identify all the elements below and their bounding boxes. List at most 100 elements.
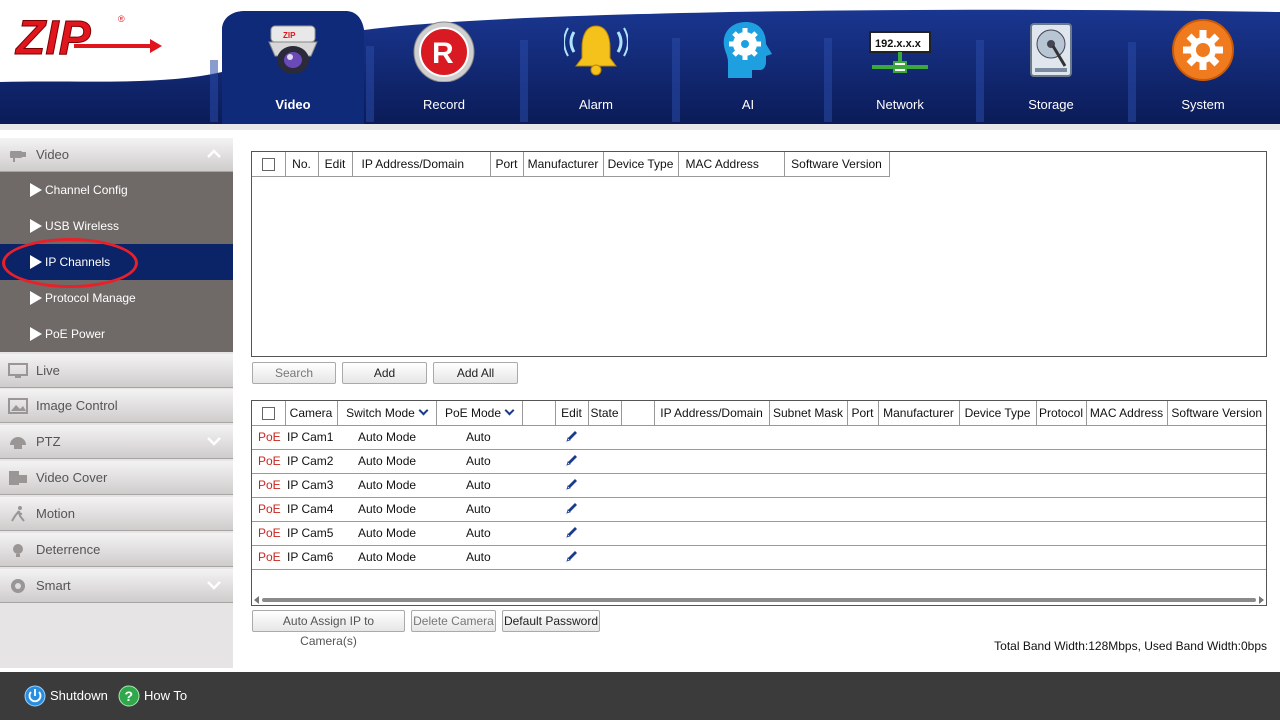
sidebar-item-channel-config[interactable]: Channel Config <box>0 172 233 208</box>
blank-cell <box>588 473 1266 498</box>
svg-text:ZIP: ZIP <box>283 31 296 40</box>
poe-mode-value[interactable]: Auto <box>436 425 522 450</box>
col-switch-mode[interactable]: Switch Mode <box>337 401 437 426</box>
horizontal-scrollbar[interactable] <box>252 595 1266 605</box>
add-button[interactable]: Add <box>342 362 427 384</box>
svg-text:R: R <box>432 37 454 70</box>
nav-system-label: System <box>1181 97 1225 112</box>
sidebar-section-label: Deterrence <box>36 542 101 557</box>
select-all-checkbox[interactable] <box>261 157 275 171</box>
table-row[interactable]: PoE IP Cam6 Auto Mode Auto <box>252 545 1266 570</box>
poe-mode-value[interactable]: Auto <box>436 521 522 546</box>
blank-cell <box>588 425 1266 450</box>
record-icon: R <box>413 21 475 82</box>
camera-select-all-checkbox[interactable] <box>261 406 275 420</box>
poe-mode-value[interactable]: Auto <box>436 497 522 522</box>
table-row[interactable]: PoE IP Cam3 Auto Mode Auto <box>252 473 1266 498</box>
select-all-checkbox-cell <box>252 152 286 176</box>
pencil-icon[interactable] <box>565 453 579 467</box>
help-question-icon: ? <box>118 685 140 707</box>
nav-storage[interactable]: Storage <box>991 14 1111 124</box>
sidebar-section-label: PTZ <box>36 434 61 449</box>
shutdown-label: Shutdown <box>50 688 108 703</box>
sidebar-item-label: Protocol Manage <box>45 291 136 305</box>
nav-video-label: Video <box>275 97 311 112</box>
sidebar-section-video-cover[interactable]: Video Cover <box>0 461 233 495</box>
switch-mode-value[interactable]: Auto Mode <box>337 449 436 474</box>
switch-mode-value[interactable]: Auto Mode <box>337 425 436 450</box>
col-subnet-mask: Subnet Mask <box>769 401 848 426</box>
table-row[interactable]: PoE IP Cam1 Auto Mode Auto <box>252 425 1266 450</box>
camera-type: PoE <box>252 521 285 546</box>
table-row[interactable]: PoE IP Cam4 Auto Mode Auto <box>252 497 1266 522</box>
switch-mode-value[interactable]: Auto Mode <box>337 473 436 498</box>
scrollbar-thumb[interactable] <box>262 598 1256 602</box>
pencil-icon[interactable] <box>565 501 579 515</box>
nav-system[interactable]: System <box>1143 14 1263 124</box>
ai-head-gear-icon <box>723 22 772 78</box>
camera-name: IP Cam5 <box>285 521 337 546</box>
sidebar-section-live[interactable]: Live <box>0 354 233 388</box>
camera-type: PoE <box>252 497 285 522</box>
default-password-button[interactable]: Default Password <box>502 610 600 632</box>
nav-alarm[interactable]: Alarm <box>536 14 656 124</box>
poe-mode-value[interactable]: Auto <box>436 449 522 474</box>
sidebar-section-ptz[interactable]: PTZ <box>0 425 233 459</box>
auto-assign-ip-button[interactable]: Auto Assign IP to Camera(s) <box>252 610 405 648</box>
nav-network[interactable]: 192.x.x.x Network <box>840 14 960 124</box>
pencil-icon[interactable] <box>565 429 579 443</box>
bandwidth-status: Total Band Width:128Mbps, Used Band Widt… <box>994 639 1267 653</box>
lightbulb-icon <box>13 544 23 557</box>
pencil-icon[interactable] <box>565 549 579 563</box>
switch-mode-value[interactable]: Auto Mode <box>337 497 436 522</box>
alarm-bell-icon <box>564 25 628 76</box>
pencil-icon[interactable] <box>565 477 579 491</box>
motion-person-icon <box>11 506 25 522</box>
camera-type: PoE <box>252 449 285 474</box>
blank-cell <box>588 521 1266 546</box>
add-all-button[interactable]: Add All <box>433 362 518 384</box>
sidebar-section-label: Image Control <box>36 398 118 413</box>
nav-video[interactable]: ZIP Video <box>233 14 353 124</box>
sidebar-item-ip-channels[interactable]: IP Channels <box>0 244 233 280</box>
sidebar-section-smart[interactable]: Smart <box>0 569 233 603</box>
blank-cell <box>522 449 555 474</box>
sidebar-item-usb-wireless[interactable]: USB Wireless <box>0 208 233 244</box>
network-ip-badge: 192.x.x.x <box>875 38 922 50</box>
table-row[interactable]: PoE IP Cam2 Auto Mode Auto <box>252 449 1266 474</box>
col-poe-mode[interactable]: PoE Mode <box>436 401 523 426</box>
sidebar-section-video[interactable]: Video <box>0 138 233 172</box>
switch-mode-value[interactable]: Auto Mode <box>337 545 436 570</box>
nav-record-label: Record <box>423 97 465 112</box>
sidebar-section-deterrence[interactable]: Deterrence <box>0 533 233 567</box>
blank-cell <box>588 545 1266 570</box>
sidebar-section-label: Smart <box>36 578 71 593</box>
poe-mode-value[interactable]: Auto <box>436 545 522 570</box>
sidebar: Video Channel Config USB Wireless IP Cha… <box>0 138 233 668</box>
search-button[interactable]: Search <box>252 362 336 384</box>
hard-disk-icon <box>1030 23 1072 77</box>
camera-table: Camera Switch Mode PoE Mode Edit State I… <box>251 400 1267 606</box>
poe-mode-value[interactable]: Auto <box>436 473 522 498</box>
scroll-right-arrow-icon[interactable] <box>1259 596 1264 604</box>
camera-name: IP Cam1 <box>285 425 337 450</box>
nav-ai[interactable]: AI <box>688 14 808 124</box>
scroll-left-arrow-icon[interactable] <box>254 596 259 604</box>
sidebar-section-image-control[interactable]: Image Control <box>0 389 233 423</box>
col-switch-mode-label: Switch Mode <box>346 405 415 420</box>
nav-record[interactable]: R Record <box>384 14 504 124</box>
switch-mode-value[interactable]: Auto Mode <box>337 521 436 546</box>
sidebar-item-poe-power[interactable]: PoE Power <box>0 316 233 352</box>
blank-cell <box>522 545 555 570</box>
table-row[interactable]: PoE IP Cam5 Auto Mode Auto <box>252 521 1266 546</box>
sidebar-section-motion[interactable]: Motion <box>0 497 233 531</box>
sidebar-section-label: Motion <box>36 506 76 521</box>
blank-cell <box>522 521 555 546</box>
camera-type: PoE <box>252 473 285 498</box>
col-software-version: Software Version <box>1167 401 1266 426</box>
delete-camera-button[interactable]: Delete Camera <box>411 610 496 632</box>
how-to-label: How To <box>144 688 188 703</box>
pencil-icon[interactable] <box>565 525 579 539</box>
image-icon <box>8 398 28 414</box>
sidebar-item-protocol-manage[interactable]: Protocol Manage <box>0 280 233 316</box>
